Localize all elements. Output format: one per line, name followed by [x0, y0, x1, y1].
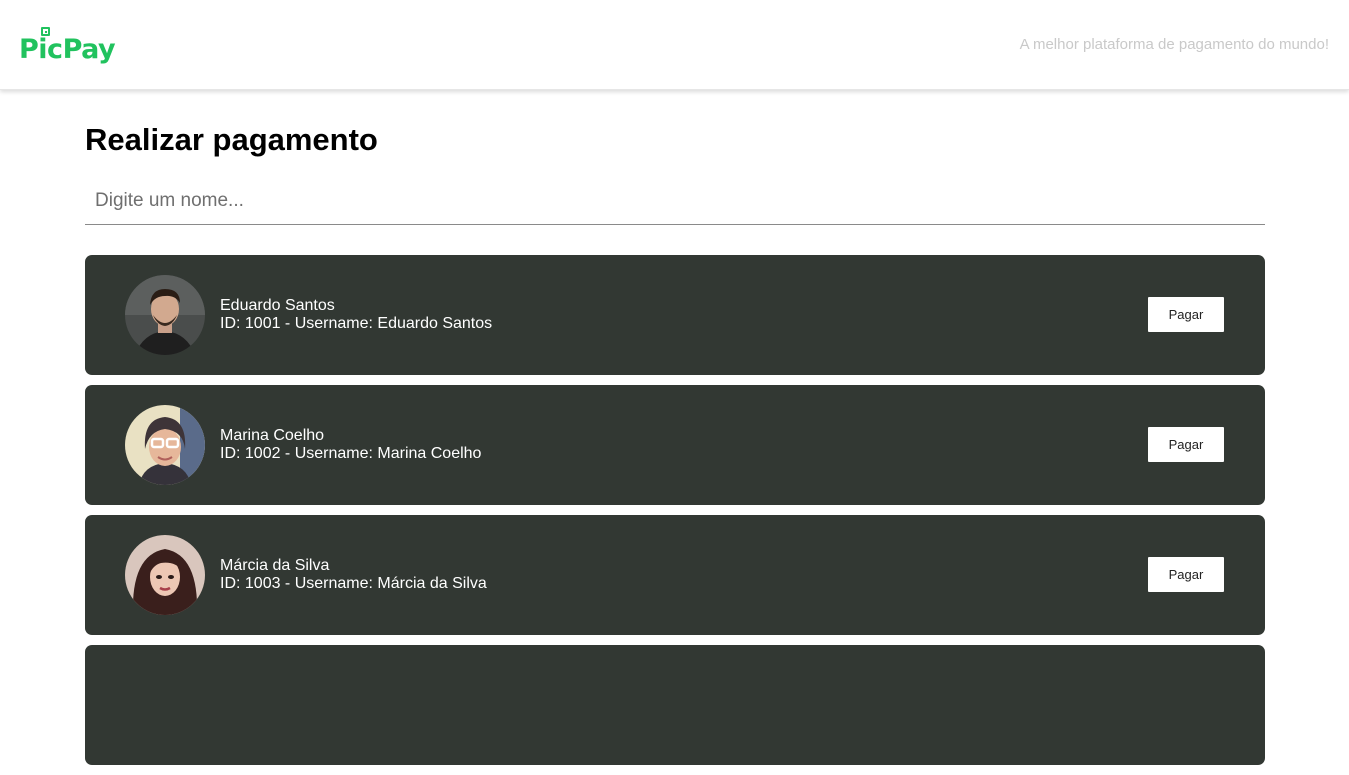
logo-text-pay: Pay: [62, 34, 116, 65]
picpay-logo[interactable]: Pic Pay: [19, 27, 116, 65]
logo-text-pic: Pic: [19, 34, 63, 65]
user-card: Márcia da Silva ID: 1003 - Username: Már…: [85, 515, 1265, 635]
logo-square-icon: [41, 27, 50, 36]
user-info: Eduardo Santos ID: 1001 - Username: Edua…: [220, 297, 492, 333]
user-details: ID: 1003 - Username: Márcia da Silva: [220, 575, 487, 592]
user-name: Eduardo Santos: [220, 297, 335, 314]
avatar: [125, 275, 205, 355]
user-card: [85, 645, 1265, 765]
header-tagline: A melhor plataforma de pagamento do mund…: [1019, 36, 1329, 53]
avatar: [125, 535, 205, 615]
pay-button[interactable]: Pagar: [1148, 297, 1224, 332]
user-info: Márcia da Silva ID: 1003 - Username: Már…: [220, 557, 487, 593]
top-header: Pic Pay A melhor plataforma de pagamento …: [0, 0, 1349, 90]
search-input[interactable]: [85, 178, 1265, 225]
page-title: Realizar pagamento: [85, 122, 378, 157]
user-list: Eduardo Santos ID: 1001 - Username: Edua…: [85, 255, 1265, 775]
user-name: Marina Coelho: [220, 427, 325, 444]
pay-button[interactable]: Pagar: [1148, 557, 1224, 592]
user-details: ID: 1002 - Username: Marina Coelho: [220, 445, 482, 462]
user-details: ID: 1001 - Username: Eduardo Santos: [220, 315, 493, 332]
user-info: Marina Coelho ID: 1002 - Username: Marin…: [220, 427, 481, 463]
pay-button[interactable]: Pagar: [1148, 427, 1224, 462]
user-card: Marina Coelho ID: 1002 - Username: Marin…: [85, 385, 1265, 505]
avatar: [125, 405, 205, 485]
user-name: Márcia da Silva: [220, 557, 330, 574]
user-card: Eduardo Santos ID: 1001 - Username: Edua…: [85, 255, 1265, 375]
